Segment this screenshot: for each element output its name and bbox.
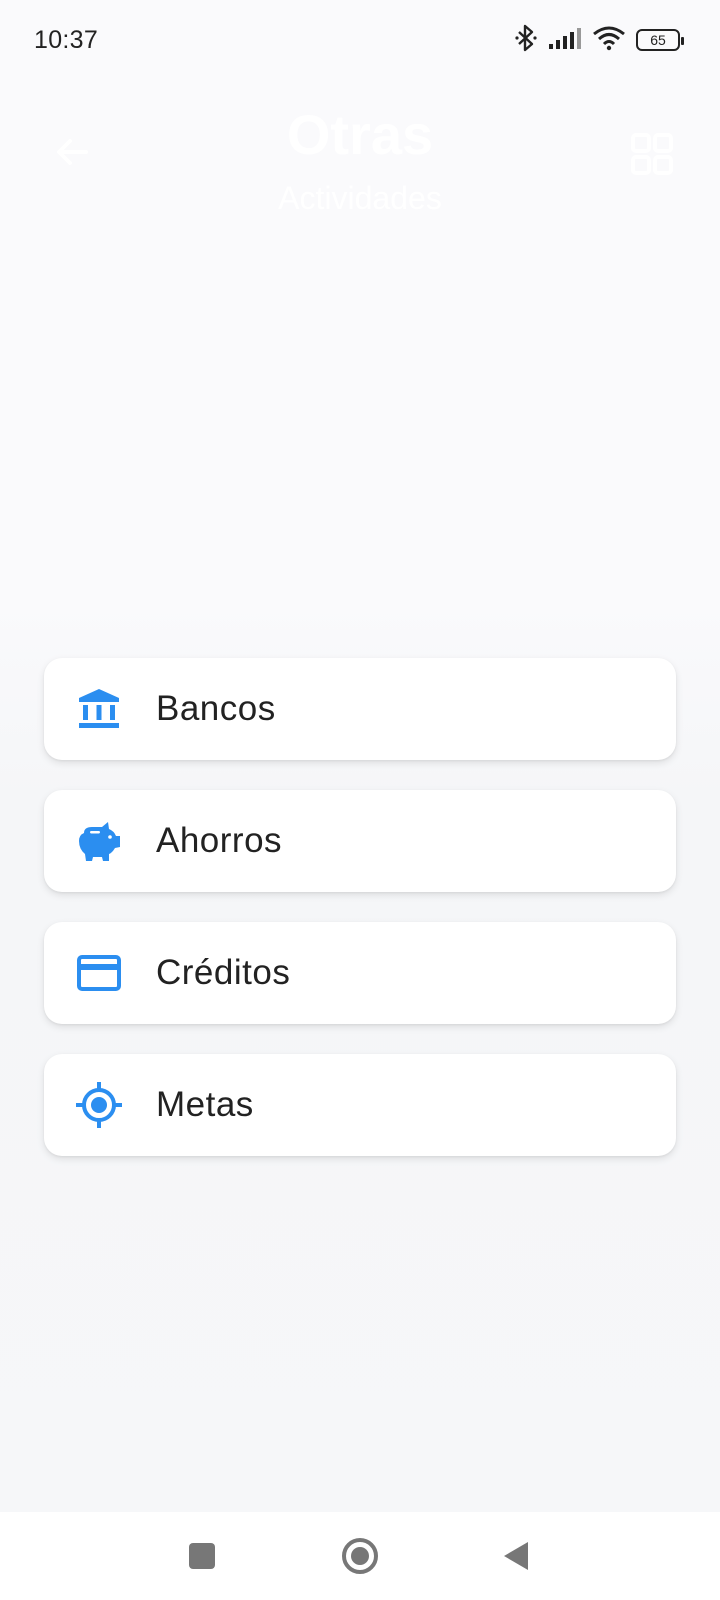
menu-item-creditos[interactable]: Créditos [44, 922, 676, 1024]
menu-item-label: Metas [156, 1085, 254, 1124]
status-icons: 65 [514, 23, 684, 58]
home-icon[interactable] [338, 1534, 382, 1578]
menu-item-label: Créditos [156, 953, 291, 992]
battery-icon: 65 [636, 29, 684, 51]
activities-menu: Bancos Ahorros Créditos Metas [44, 658, 676, 1186]
target-icon [75, 1081, 123, 1129]
menu-item-ahorros[interactable]: Ahorros [44, 790, 676, 892]
page-subtitle: Actividades [278, 180, 442, 216]
wifi-icon [592, 25, 626, 56]
menu-item-label: Ahorros [156, 821, 283, 860]
grid-view-icon[interactable] [630, 132, 674, 176]
page-title: Otras [286, 103, 434, 166]
status-time: 10:37 [34, 26, 99, 54]
battery-level: 65 [650, 32, 666, 48]
credit-card-icon [75, 949, 123, 997]
signal-icon [548, 26, 582, 55]
bluetooth-icon [514, 23, 538, 58]
piggy-bank-icon [75, 817, 123, 865]
system-nav-bar [0, 1512, 720, 1600]
status-bar: 10:37 65 [0, 0, 720, 80]
back-icon[interactable] [494, 1534, 538, 1578]
app-header: Otras Actividades [0, 90, 720, 230]
menu-item-metas[interactable]: Metas [44, 1054, 676, 1156]
recents-icon[interactable] [180, 1534, 224, 1578]
bank-icon [75, 685, 123, 733]
menu-item-bancos[interactable]: Bancos [44, 658, 676, 760]
menu-item-label: Bancos [156, 689, 276, 728]
